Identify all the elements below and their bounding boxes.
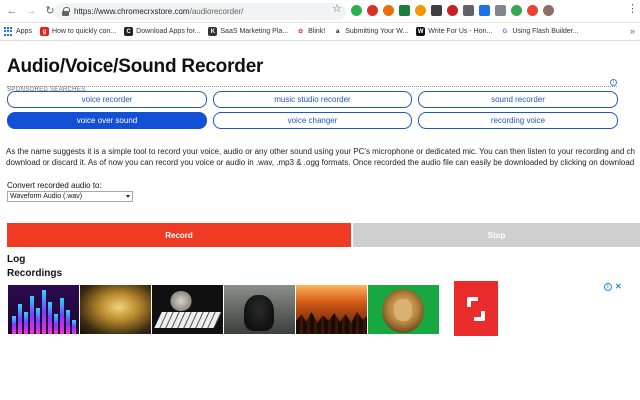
extension-icon[interactable] [367,5,378,16]
description-line: download or discard it. As of now you ca… [6,158,635,167]
ad-choices[interactable]: i ✕ [604,283,622,291]
ad-link-recording-voice[interactable]: recording voice [418,112,618,129]
bookmark-item[interactable]: K SaaS Marketing Pla... [204,23,292,41]
lock-icon [62,7,70,16]
ad-image-lion[interactable] [368,285,439,334]
favicon-icon: K [208,27,218,36]
favicon-icon: ✿ [298,29,304,35]
address-bar[interactable]: https://www.chromecrxstore.com/audioreco… [54,3,346,20]
extension-icon[interactable] [527,5,538,16]
extension-icon[interactable] [495,5,506,16]
favicon-icon: g [39,27,49,36]
extension-icon[interactable] [351,5,362,16]
apps-grid-icon [4,27,13,36]
favicon-icon: a [336,28,340,35]
url-text: https://www.chromecrxstore.com/audioreco… [74,7,244,16]
bookmark-item[interactable]: C Download Apps for... [120,23,204,41]
extension-icon[interactable] [399,5,410,16]
sponsored-searches: SPONSORED SEARCHES [7,78,617,93]
shutterstock-logo-icon [467,296,485,321]
bookmark-item[interactable]: a Submitting Your W... [329,23,412,41]
recordings-heading: Recordings [7,268,63,279]
record-button[interactable]: Record [7,223,351,247]
convert-label: Convert recorded audio to: [7,181,102,190]
stop-button[interactable]: Stop [353,223,640,247]
bookmark-apps[interactable]: Apps [0,23,36,41]
ad-image-panther[interactable] [224,285,295,334]
ad-link-voice-over-sound[interactable]: voice over sound [7,112,207,129]
extension-icon[interactable] [383,5,394,16]
extension-icon[interactable] [415,5,426,16]
extension-icons [351,5,554,16]
bookmark-item[interactable]: ✿ Blink! [292,23,329,41]
info-icon[interactable]: i [610,79,617,86]
bookmark-star-icon[interactable]: ☆ [332,4,342,15]
ad-image-concert-crowd[interactable] [296,285,367,334]
bookmark-item[interactable]: W Write For Us - Hon... [412,23,496,41]
format-select-value: Waveform Audio (.wav) [10,193,83,200]
log-heading: Log [7,254,26,265]
ad-link-voice-changer[interactable]: voice changer [213,112,412,129]
browser-toolbar: ← → ↻ https://www.chromecrxstore.com/aud… [0,0,640,23]
extension-icon[interactable] [463,5,474,16]
ad-image-gold-lights[interactable] [80,285,151,334]
close-icon[interactable]: ✕ [615,283,622,291]
ad-link-sound-recorder[interactable]: sound recorder [418,91,618,108]
extension-icon[interactable] [511,5,522,16]
extension-icon[interactable] [479,5,490,16]
avatar[interactable] [543,5,554,16]
extension-icon[interactable] [431,5,442,16]
ad-image-equalizer[interactable] [8,285,79,334]
description-line: As the name suggests it is a simple tool… [6,147,635,156]
ad-image-cat-piano[interactable] [152,285,223,334]
bookmarks-overflow-button[interactable]: » [630,26,635,36]
caret-down-icon [126,195,130,198]
page-title: Audio/Voice/Sound Recorder [7,56,264,77]
extension-icon[interactable] [447,5,458,16]
description: As the name suggests it is a simple tool… [6,146,640,168]
back-arrow-icon[interactable]: ← [5,4,19,18]
bookmark-item[interactable]: g How to quickly con... [36,23,120,41]
favicon-icon: C [124,27,134,36]
favicon-icon: W [416,27,426,36]
favicon-icon: G [502,28,508,35]
ad-link-voice-recorder[interactable]: voice recorder [7,91,207,108]
ad-info-icon[interactable]: i [604,283,612,291]
bookmarks-bar: Apps g How to quickly con... C Download … [0,23,640,41]
bookmark-item[interactable]: G Using Flash Builder... [496,23,582,41]
ad-logo[interactable] [454,281,498,336]
format-select[interactable]: Waveform Audio (.wav) [7,191,133,202]
menu-icon[interactable]: ⋮ [627,4,638,15]
forward-arrow-icon[interactable]: → [24,4,38,18]
ad-link-music-studio-recorder[interactable]: music studio recorder [213,91,412,108]
